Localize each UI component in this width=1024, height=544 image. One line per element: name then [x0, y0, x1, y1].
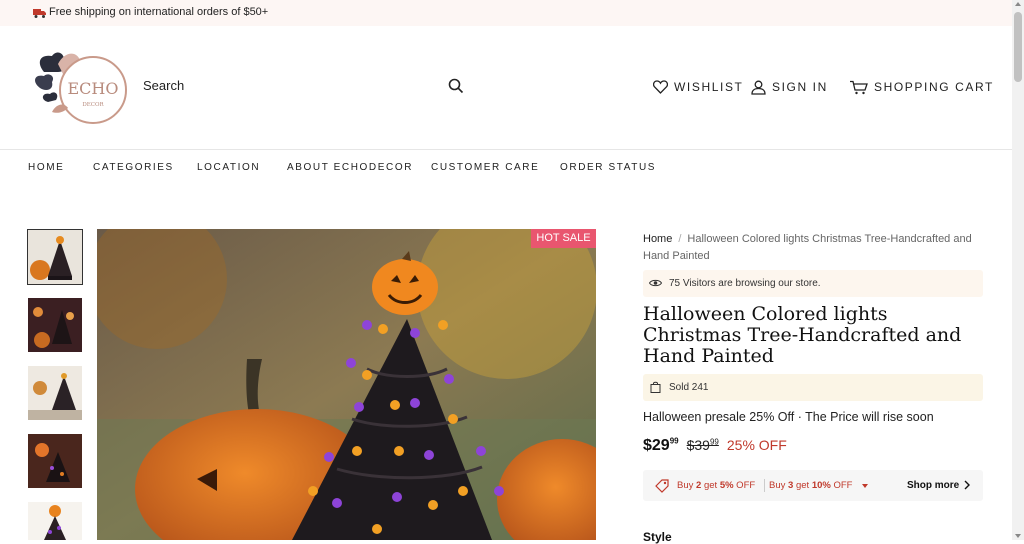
breadcrumb-current: Halloween Colored lights Christmas Tree-…	[643, 233, 972, 262]
style-option-label: Style	[643, 530, 672, 544]
nav-location[interactable]: LOCATION	[197, 162, 260, 173]
product-thumbnail[interactable]	[28, 298, 82, 352]
bulk-offers-bar[interactable]: Buy 2 get 5% OFF Buy 3 get 10% OFF Shop …	[643, 470, 983, 501]
sign-in-link[interactable]: SIGN IN	[751, 79, 828, 95]
sold-text: Sold 241	[669, 382, 709, 393]
product-thumbnail[interactable]	[28, 366, 82, 420]
search-label[interactable]: Search	[143, 78, 184, 93]
presale-notice: Halloween presale 25% Off · The Price wi…	[643, 410, 934, 424]
shop-more-link[interactable]: Shop more	[907, 480, 959, 491]
offer-buy-3[interactable]: Buy 3 get 10% OFF	[769, 480, 852, 491]
sign-in-label[interactable]: SIGN IN	[772, 80, 828, 94]
offer-buy-2[interactable]: Buy 2 get 5% OFF	[677, 480, 755, 491]
nav-customer-care[interactable]: CUSTOMER CARE	[431, 162, 539, 173]
caret-down-icon[interactable]	[862, 484, 868, 488]
nav-order-status[interactable]: ORDER STATUS	[560, 162, 656, 173]
visitors-text: 75 Visitors are browsing our store.	[669, 278, 821, 289]
breadcrumb-separator: /	[678, 233, 682, 245]
nav-home[interactable]: HOME	[28, 162, 64, 173]
shopping-bag-icon	[650, 381, 661, 393]
cart-icon	[850, 80, 868, 94]
eye-icon	[649, 279, 662, 287]
discount-label: 25% OFF	[726, 437, 787, 454]
current-price: $2999	[643, 437, 679, 455]
search-bar[interactable]: Search	[143, 78, 468, 98]
wishlist-label[interactable]: WISHLIST	[674, 80, 743, 94]
sold-count-badge: Sold 241	[643, 374, 983, 401]
product-title: Halloween Colored lights Christmas Tree-…	[643, 303, 962, 367]
product-main-image[interactable]	[97, 229, 596, 540]
breadcrumb: Home / Halloween Colored lights Christmas …	[643, 231, 983, 265]
product-thumbnail[interactable]	[28, 502, 82, 540]
site-header: ECHO DECOR Search WISHLIST SIGN IN SHOPP…	[0, 26, 1012, 150]
price-row: $2999 $3999 25% OFF	[643, 437, 787, 459]
scroll-up-arrow[interactable]	[1015, 2, 1021, 6]
user-icon	[751, 80, 766, 95]
offer-divider	[764, 479, 765, 492]
scroll-thumb[interactable]	[1014, 12, 1022, 82]
product-thumbnail[interactable]	[27, 229, 83, 285]
visitors-notice: 75 Visitors are browsing our store.	[643, 270, 983, 297]
svg-text:ECHO: ECHO	[68, 79, 119, 98]
wishlist-link[interactable]: WISHLIST	[653, 79, 743, 95]
truck-icon	[33, 9, 46, 18]
search-icon[interactable]	[448, 78, 464, 94]
hot-sale-badge: HOT SALE	[531, 229, 596, 248]
heart-icon	[653, 80, 668, 94]
tag-icon	[655, 479, 669, 493]
announcement-text: Free shipping on international orders of…	[49, 6, 269, 18]
page-scrollbar[interactable]	[1012, 0, 1024, 540]
chevron-right-icon[interactable]	[963, 480, 971, 490]
nav-about[interactable]: ABOUT ECHODECOR	[287, 162, 413, 173]
nav-categories[interactable]: CATEGORIES	[93, 162, 174, 173]
scroll-down-arrow[interactable]	[1015, 534, 1021, 538]
original-price: $3999	[686, 437, 719, 454]
svg-text:DECOR: DECOR	[82, 102, 104, 108]
shopping-cart-link[interactable]: SHOPPING CART	[849, 79, 994, 95]
product-thumbnail[interactable]	[28, 434, 82, 488]
main-nav: HOME CATEGORIES LOCATION ABOUT ECHODECOR…	[0, 150, 1012, 186]
breadcrumb-home[interactable]: Home	[643, 233, 672, 245]
echo-decor-logo[interactable]: ECHO DECOR	[30, 42, 130, 132]
cart-label[interactable]: SHOPPING CART	[874, 80, 994, 94]
announcement-bar: Free shipping on international orders of…	[0, 0, 1012, 26]
